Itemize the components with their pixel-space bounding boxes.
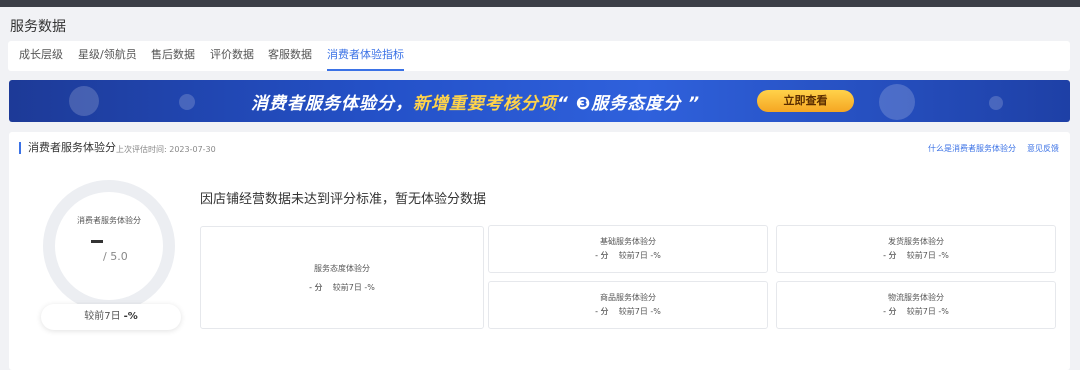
metric-service-attitude: 服务态度体验分 - 分 较前7日 -% <box>200 226 484 329</box>
metric-name: 商品服务体验分 <box>600 293 656 302</box>
metric-shipping-service: 发货服务体验分 - 分 较前7日 -% <box>776 225 1056 273</box>
metric-name: 服务态度体验分 <box>314 264 370 273</box>
last-evaluated-time: 上次评估时间: 2023-07-30 <box>116 145 216 154</box>
score-gauge <box>43 180 175 312</box>
feedback-link[interactable]: 意见反馈 <box>1027 143 1059 154</box>
tab-customer-service[interactable]: 客服数据 <box>268 41 312 71</box>
metric-name: 发货服务体验分 <box>888 237 944 246</box>
gauge-total: / 5.0 <box>103 250 128 263</box>
metric-name: 基础服务体验分 <box>600 237 656 246</box>
tab-after-sales[interactable]: 售后数据 <box>151 41 195 71</box>
metric-value: - 分 较前7日 -% <box>595 251 661 260</box>
tab-consumer-experience[interactable]: 消费者体验指标 <box>327 41 404 71</box>
metric-product-service: 商品服务体验分 - 分 较前7日 -% <box>488 281 768 329</box>
metric-value: - 分 较前7日 -% <box>883 307 949 316</box>
tab-reviews[interactable]: 评价数据 <box>210 41 254 71</box>
what-is-score-link[interactable]: 什么是消费者服务体验分 <box>928 143 1016 154</box>
metric-value: - 分 较前7日 -% <box>309 283 375 292</box>
no-data-notice: 因店铺经营数据未达到评分标准，暂无体验分数据 <box>200 192 487 207</box>
gauge-score-empty <box>91 240 103 243</box>
card-title: 消费者服务体验分 <box>19 142 116 154</box>
page-title: 服务数据 <box>10 19 66 35</box>
experience-score-card: 消费者服务体验分 上次评估时间: 2023-07-30 什么是消费者服务体验分 … <box>9 132 1070 370</box>
metric-name: 物流服务体验分 <box>888 293 944 302</box>
top-bar <box>0 0 1080 7</box>
tab-growth-level[interactable]: 成长层级 <box>19 41 63 71</box>
banner-headline: 消费者服务体验分，新增重要考核分项“ ❸服务态度分 ” <box>251 94 701 114</box>
metric-basic-service: 基础服务体验分 - 分 较前7日 -% <box>488 225 768 273</box>
view-now-button[interactable]: 立即查看 <box>757 90 854 112</box>
metric-value: - 分 较前7日 -% <box>883 251 949 260</box>
metric-value: - 分 较前7日 -% <box>595 307 661 316</box>
promo-banner[interactable]: 消费者服务体验分，新增重要考核分项“ ❸服务态度分 ” 立即查看 <box>9 80 1070 122</box>
metric-logistics-service: 物流服务体验分 - 分 较前7日 -% <box>776 281 1056 329</box>
tab-star-navigator[interactable]: 星级/领航员 <box>78 41 137 71</box>
tab-bar: 成长层级 星级/领航员 售后数据 评价数据 客服数据 消费者体验指标 <box>8 41 1070 71</box>
gauge-compare-pill: 较前7日 -% <box>41 304 181 330</box>
gauge-label: 消费者服务体验分 <box>77 216 141 225</box>
